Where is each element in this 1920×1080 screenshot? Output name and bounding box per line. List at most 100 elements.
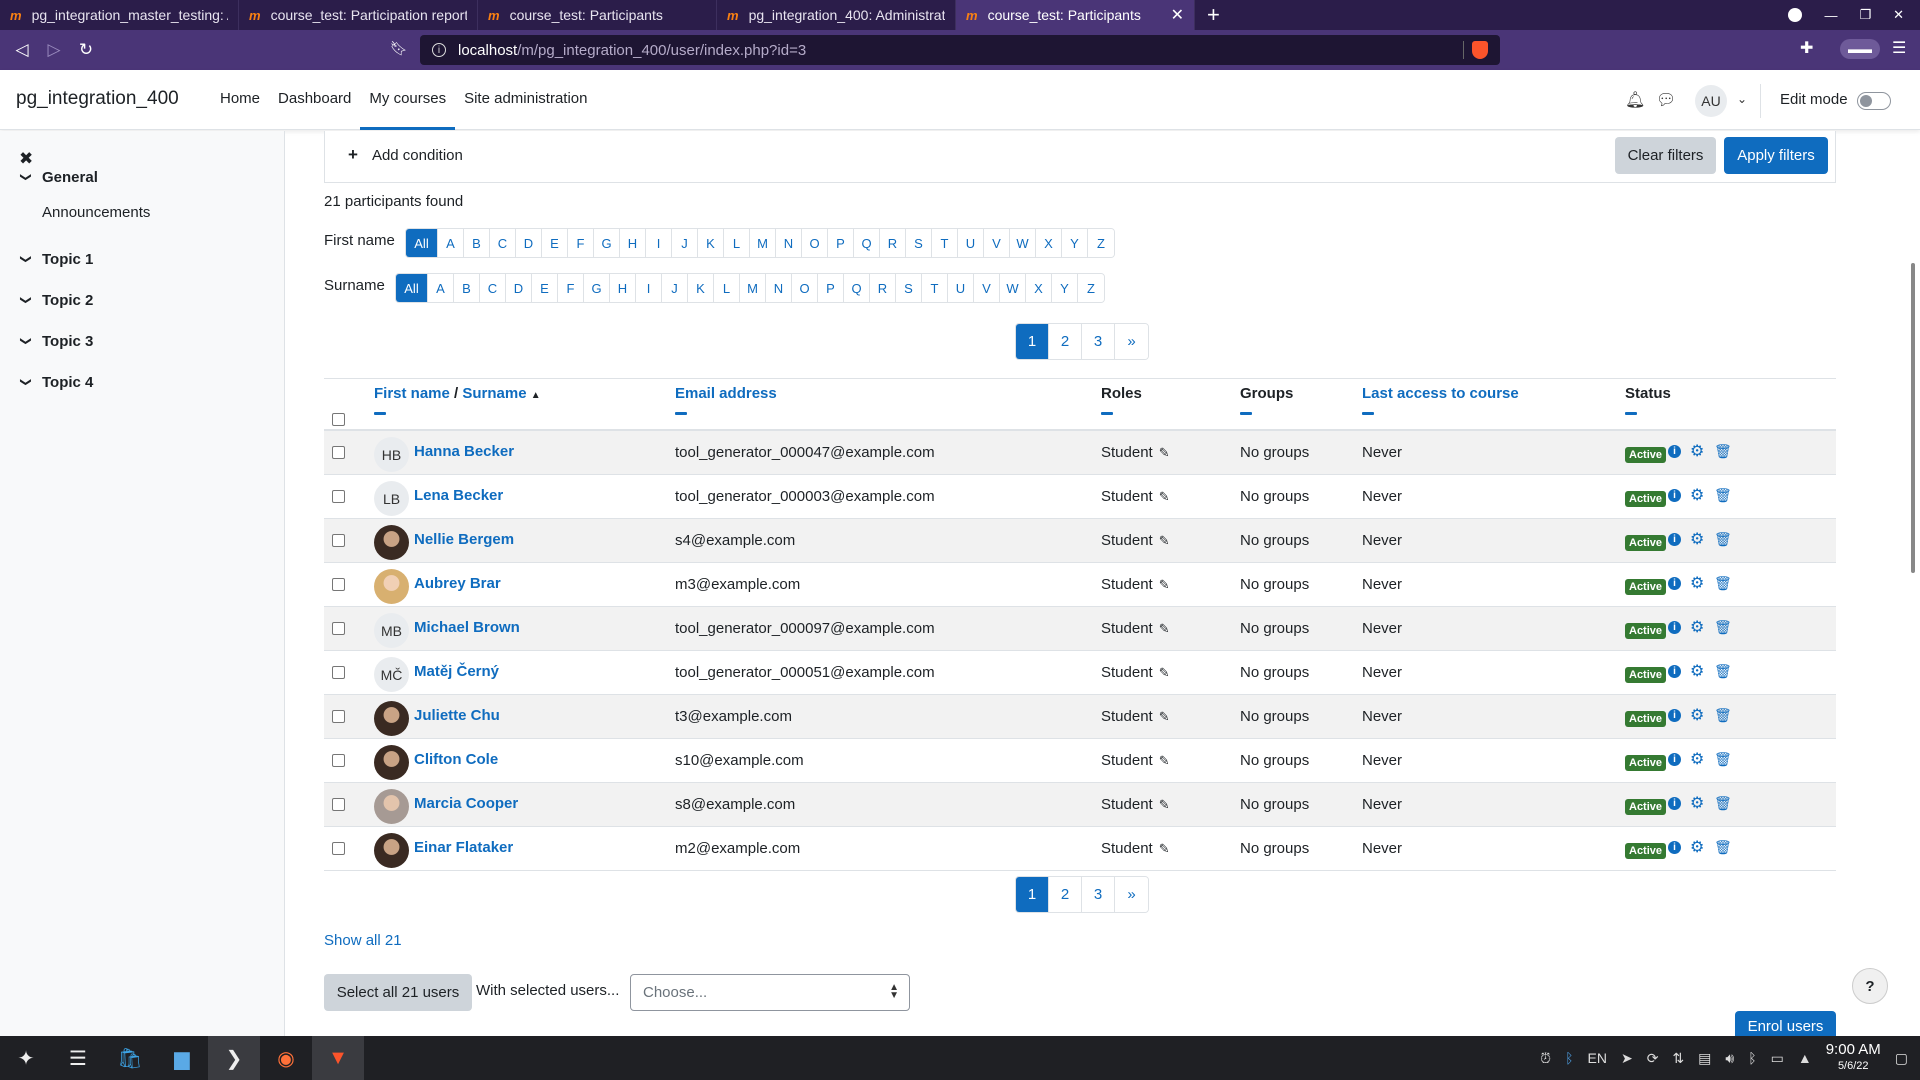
top-page-1[interactable]: 1 — [1016, 324, 1049, 359]
unenrol-trash-icon[interactable]: 🗑︎ — [1714, 795, 1732, 812]
surname-initial-l[interactable]: L — [714, 274, 740, 302]
chevron-down-icon[interactable]: ⌄ — [1737, 92, 1747, 106]
user-avatar[interactable] — [374, 569, 409, 604]
row-select-checkbox[interactable] — [332, 710, 345, 723]
enrolment-info-icon[interactable]: i — [1668, 665, 1681, 678]
surname-initial-x[interactable]: X — [1026, 274, 1052, 302]
bottom-next-page[interactable]: » — [1115, 877, 1148, 912]
surname-initial-u[interactable]: U — [948, 274, 974, 302]
row-select-checkbox[interactable] — [332, 446, 345, 459]
user-name-link[interactable]: Michael Brown — [414, 619, 520, 636]
nav-my-courses[interactable]: My courses — [360, 70, 456, 130]
add-condition-button[interactable]: + Add condition — [348, 145, 463, 165]
enrolment-info-icon[interactable]: i — [1668, 533, 1681, 546]
user-avatar[interactable]: MČ — [374, 657, 409, 692]
collapse-name-icon[interactable] — [374, 412, 386, 415]
enrolment-info-icon[interactable]: i — [1668, 709, 1681, 722]
edit-enrolment-gear-icon[interactable]: ⚙ — [1690, 529, 1704, 549]
browser-tab[interactable]: m pg_integration_master_testing: A — [0, 0, 239, 30]
surname-initial-r[interactable]: R — [870, 274, 896, 302]
chevron-down-icon[interactable]: ❯ — [20, 378, 33, 390]
site-brand[interactable]: pg_integration_400 — [16, 88, 179, 110]
send-icon[interactable]: ➤ — [1621, 1050, 1633, 1067]
firstname-initial-l[interactable]: L — [724, 229, 750, 257]
email-sort-link[interactable]: Email address — [675, 385, 777, 402]
edit-role-pencil-icon[interactable]: ✎ — [1159, 709, 1170, 725]
help-button[interactable]: ? — [1852, 968, 1888, 1004]
menu-icon[interactable]: ☰ — [1892, 38, 1906, 58]
unenrol-trash-icon[interactable]: 🗑︎ — [1714, 619, 1732, 636]
firstname-initial-q[interactable]: Q — [854, 229, 880, 257]
select-all-users-button[interactable]: Select all 21 users — [324, 974, 472, 1011]
unenrol-trash-icon[interactable]: 🗑︎ — [1714, 663, 1732, 680]
firstname-initial-f[interactable]: F — [568, 229, 594, 257]
surname-initial-o[interactable]: O — [792, 274, 818, 302]
course-section-topic-3[interactable]: ❯ Topic 3 — [20, 333, 94, 350]
user-avatar[interactable] — [374, 701, 409, 736]
enrolment-info-icon[interactable]: i — [1668, 753, 1681, 766]
surname-initial-a[interactable]: A — [428, 274, 454, 302]
user-name-link[interactable]: Aubrey Brar — [414, 575, 501, 592]
system-settings-icon[interactable]: ☰ — [52, 1036, 104, 1080]
user-avatar[interactable]: LB — [374, 481, 409, 516]
extensions-icon[interactable]: ✚ — [1800, 38, 1813, 58]
close-icon[interactable]: ✖ — [19, 149, 33, 169]
nav-home[interactable]: Home — [211, 70, 269, 130]
firstname-initial-p[interactable]: P — [828, 229, 854, 257]
firstname-initial-a[interactable]: A — [438, 229, 464, 257]
firstname-initial-v[interactable]: V — [984, 229, 1010, 257]
enrolment-info-icon[interactable]: i — [1668, 841, 1681, 854]
course-section-topic-4[interactable]: ❯ Topic 4 — [20, 374, 94, 391]
close-window-icon[interactable]: ✕ — [1893, 7, 1904, 23]
user-name-link[interactable]: Nellie Bergem — [414, 531, 514, 548]
edit-enrolment-gear-icon[interactable]: ⚙ — [1690, 793, 1704, 813]
apply-filters-button[interactable]: Apply filters — [1724, 137, 1828, 174]
surname-initial-w[interactable]: W — [1000, 274, 1026, 302]
bottom-page-2[interactable]: 2 — [1049, 877, 1082, 912]
file-manager-icon[interactable]: ▆ — [156, 1036, 208, 1080]
firstname-initial-n[interactable]: N — [776, 229, 802, 257]
firstname-initial-w[interactable]: W — [1010, 229, 1036, 257]
chevron-down-icon[interactable]: ❯ — [20, 255, 33, 267]
wallet-icon[interactable]: ▬▬ — [1840, 39, 1880, 59]
update-icon[interactable]: ⟳ — [1647, 1050, 1659, 1067]
course-section-topic-1[interactable]: ❯ Topic 1 — [20, 251, 94, 268]
row-select-checkbox[interactable] — [332, 666, 345, 679]
unenrol-trash-icon[interactable]: 🗑︎ — [1714, 575, 1732, 592]
row-select-checkbox[interactable] — [332, 622, 345, 635]
surname-initial-f[interactable]: F — [558, 274, 584, 302]
chevron-down-icon[interactable]: ❯ — [20, 337, 33, 349]
forward-icon[interactable]: ▷ — [38, 40, 70, 60]
user-name-link[interactable]: Marcia Cooper — [414, 795, 518, 812]
url-field[interactable]: i localhost/m/pg_integration_400/user/in… — [420, 35, 1500, 65]
new-tab-icon[interactable]: + — [1207, 2, 1220, 28]
collapse-groups-icon[interactable] — [1240, 412, 1252, 415]
unenrol-trash-icon[interactable]: 🗑︎ — [1714, 839, 1732, 856]
row-select-checkbox[interactable] — [332, 754, 345, 767]
top-page-3[interactable]: 3 — [1082, 324, 1115, 359]
keyboard-layout[interactable]: EN — [1588, 1050, 1607, 1066]
chevron-down-icon[interactable]: ❯ — [20, 296, 33, 308]
firstname-initial-z[interactable]: Z — [1088, 229, 1114, 257]
firstname-initial-c[interactable]: C — [490, 229, 516, 257]
collapse-email-icon[interactable] — [675, 412, 687, 415]
show-desktop-icon[interactable]: ▢ — [1895, 1050, 1908, 1067]
top-next-page[interactable]: » — [1115, 324, 1148, 359]
edit-enrolment-gear-icon[interactable]: ⚙ — [1690, 749, 1704, 769]
edit-role-pencil-icon[interactable]: ✎ — [1159, 489, 1170, 505]
enrolment-info-icon[interactable]: i — [1668, 577, 1681, 590]
unenrol-trash-icon[interactable]: 🗑︎ — [1714, 443, 1732, 460]
clear-filters-button[interactable]: Clear filters — [1615, 137, 1716, 174]
edit-enrolment-gear-icon[interactable]: ⚙ — [1690, 617, 1704, 637]
row-select-checkbox[interactable] — [332, 798, 345, 811]
page-scrollbar[interactable] — [1911, 263, 1915, 573]
downloads-icon[interactable] — [1788, 8, 1803, 22]
display-icon[interactable]: ▭ — [1771, 1050, 1784, 1067]
firstname-initial-t[interactable]: T — [932, 229, 958, 257]
firstname-initial-o[interactable]: O — [802, 229, 828, 257]
select-all-checkbox[interactable] — [332, 413, 345, 426]
firstname-initial-r[interactable]: R — [880, 229, 906, 257]
edit-enrolment-gear-icon[interactable]: ⚙ — [1690, 837, 1704, 857]
user-avatar[interactable]: MB — [374, 613, 409, 648]
edit-role-pencil-icon[interactable]: ✎ — [1159, 577, 1170, 593]
